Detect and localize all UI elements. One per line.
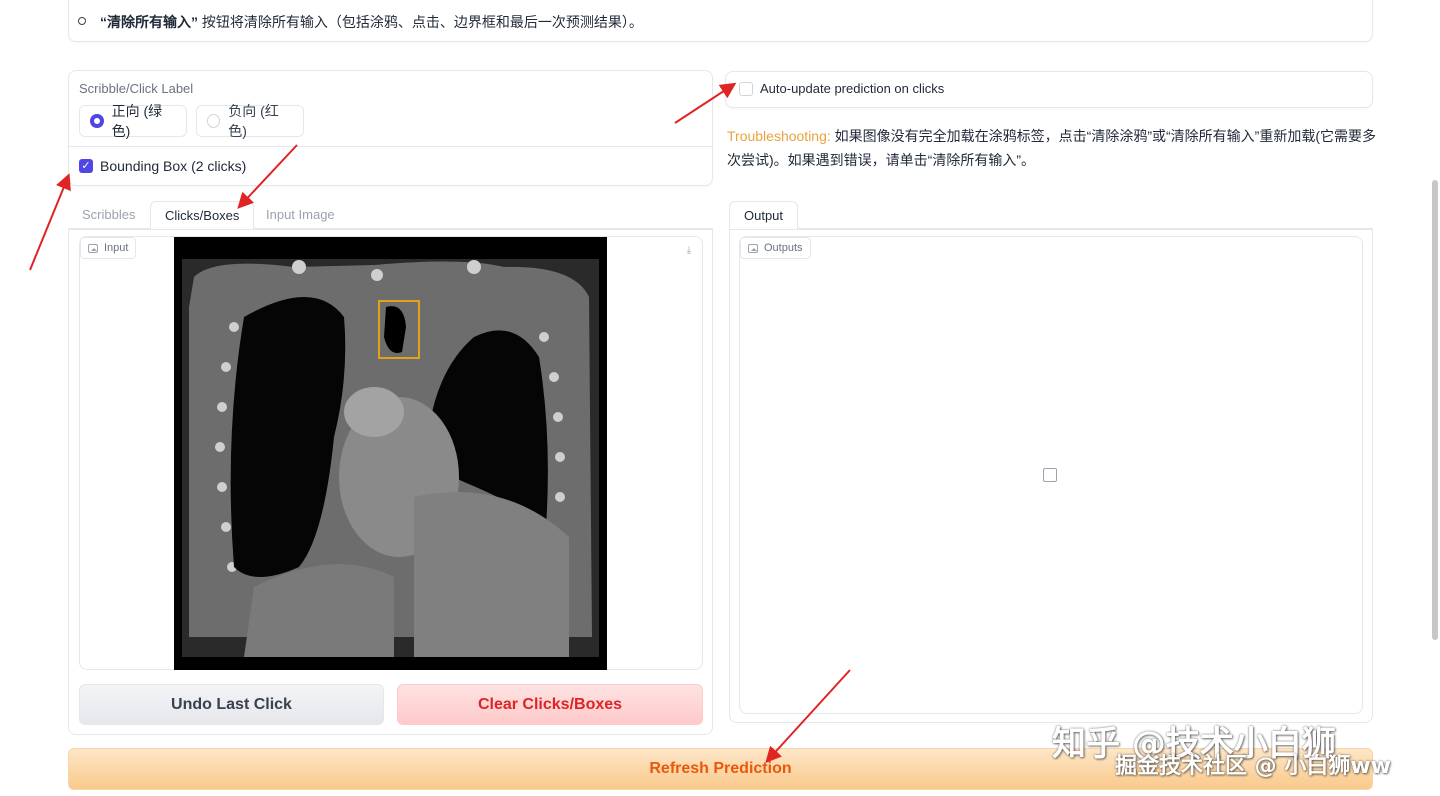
arrow-auto-update xyxy=(674,82,737,124)
arrow-refresh xyxy=(765,669,851,763)
watermark-juejin: 掘金技术社区 @ 小白狮ww xyxy=(1115,754,1391,779)
arrow-bounding-box xyxy=(29,173,71,271)
annotation-arrows xyxy=(29,82,851,763)
arrow-clicks-boxes xyxy=(237,144,298,209)
